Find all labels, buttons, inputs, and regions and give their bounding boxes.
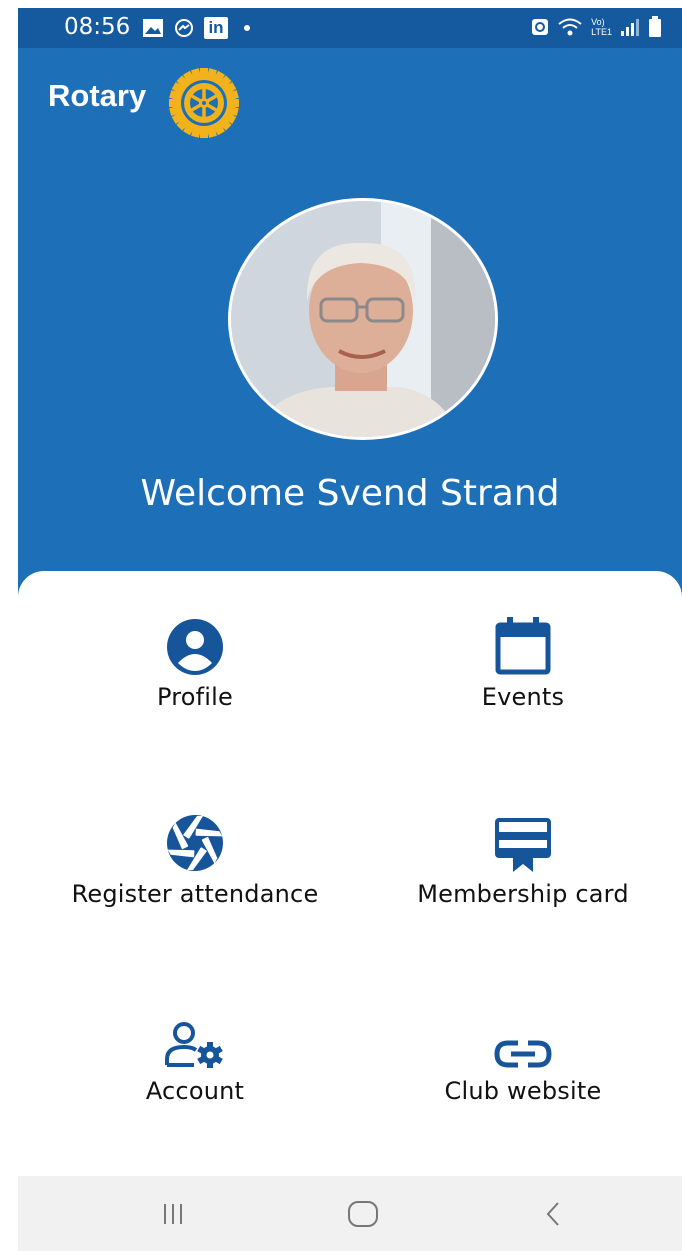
back-icon — [546, 1202, 559, 1226]
menu-item-membership-card[interactable]: Membership card — [358, 814, 682, 908]
header-section: Rotary Welcome Svend Strand — [18, 48, 682, 608]
status-time: 08:56 — [64, 14, 131, 40]
linkedin-icon: in — [204, 17, 228, 39]
signal-icon — [621, 19, 639, 36]
link-icon — [494, 1040, 552, 1068]
menu-item-label: Club website — [444, 1077, 602, 1105]
gallery-icon — [143, 19, 163, 37]
menu-item-label: Profile — [156, 683, 234, 711]
calendar-icon — [495, 617, 551, 675]
home-icon — [348, 1201, 378, 1227]
home-button[interactable] — [338, 1194, 388, 1234]
nfc-icon — [532, 19, 549, 35]
volte-icon: Vo) LTE1 — [591, 17, 612, 37]
recent-apps-icon — [164, 1204, 182, 1224]
recent-apps-button[interactable] — [148, 1194, 198, 1234]
rotary-wheel-icon — [169, 68, 239, 138]
profile-icon — [167, 619, 223, 675]
menu-panel: Profile Events Register attendance Membe… — [18, 571, 682, 1191]
menu-item-profile[interactable]: Profile — [30, 617, 360, 711]
membership-card-icon — [495, 818, 551, 872]
menu-item-label: Account — [145, 1077, 245, 1105]
rotary-logo-text: Rotary — [48, 78, 147, 113]
app-screen: 08:56 in Vo) LTE1 Rotary Welcome Svend S… — [18, 8, 682, 1251]
menu-item-label: Events — [481, 683, 565, 711]
status-bar: 08:56 in Vo) LTE1 — [18, 8, 682, 48]
dot-icon — [244, 25, 250, 31]
menu-item-label: Register attendance — [71, 880, 319, 908]
account-settings-icon — [165, 1022, 223, 1068]
menu-item-label: Membership card — [417, 880, 629, 908]
menu-item-club-website[interactable]: Club website — [358, 1011, 682, 1105]
back-button[interactable] — [528, 1194, 578, 1234]
welcome-message: Welcome Svend Strand — [140, 473, 560, 514]
menu-item-account[interactable]: Account — [30, 1011, 360, 1105]
profile-avatar — [228, 198, 498, 440]
system-nav-bar — [18, 1176, 682, 1251]
menu-item-register-attendance[interactable]: Register attendance — [30, 814, 360, 908]
wifi-icon — [558, 18, 582, 36]
menu-item-events[interactable]: Events — [358, 617, 682, 711]
battery-icon — [649, 16, 661, 37]
camera-shutter-icon — [167, 815, 223, 871]
profile-photo — [231, 201, 495, 437]
messenger-icon — [175, 19, 193, 37]
